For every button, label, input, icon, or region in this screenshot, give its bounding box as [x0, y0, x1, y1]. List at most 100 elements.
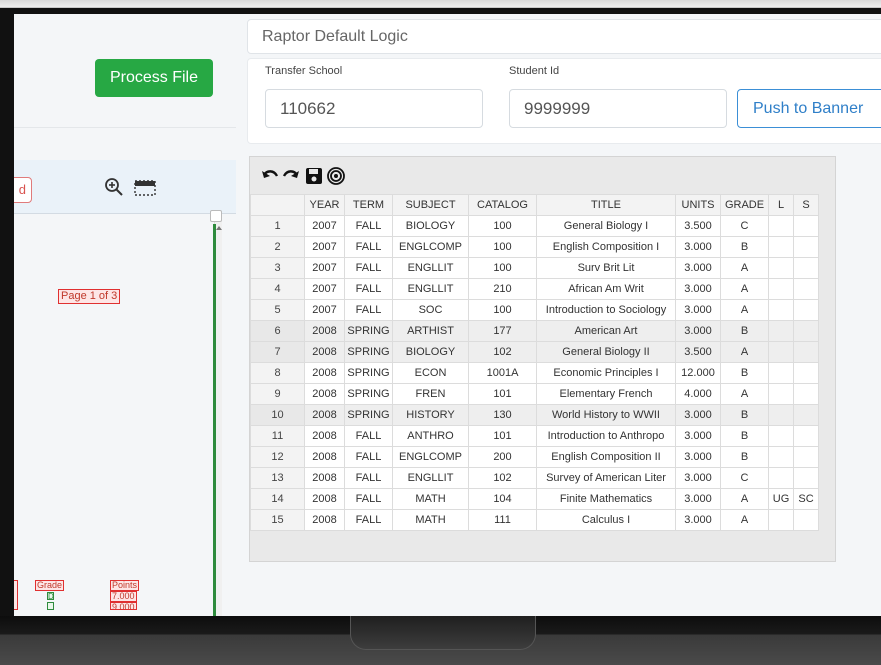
grade-cell[interactable]: B [720, 320, 769, 342]
units-cell[interactable]: 3.000 [675, 404, 721, 426]
year-cell[interactable]: 2007 [304, 278, 345, 300]
title-cell[interactable]: General Biology II [536, 341, 676, 363]
subject-cell[interactable]: ENGLCOMP [392, 236, 469, 258]
title-cell[interactable]: Elementary French [536, 383, 676, 405]
table-row[interactable]: 9 2008 SPRING FREN 101 Elementary French 4.000… [250, 383, 819, 405]
l-cell[interactable] [768, 299, 794, 321]
transfer-school-input[interactable]: 110662 [265, 89, 483, 128]
l-cell[interactable] [768, 404, 794, 426]
l-cell[interactable] [768, 215, 794, 237]
term-cell[interactable]: SPRING [344, 362, 393, 384]
table-row[interactable]: 11 2008 FALL ANTHRO 101 Introduction to Anthr… [250, 425, 819, 447]
units-cell[interactable]: 3.000 [675, 467, 721, 489]
catalog-cell[interactable]: 177 [468, 320, 537, 342]
s-cell[interactable] [793, 467, 819, 489]
term-cell[interactable]: FALL [344, 488, 393, 510]
term-cell[interactable]: FALL [344, 215, 393, 237]
grade-cell[interactable]: B [720, 236, 769, 258]
term-cell[interactable]: FALL [344, 278, 393, 300]
catalog-cell[interactable]: 101 [468, 425, 537, 447]
term-cell[interactable]: SPRING [344, 320, 393, 342]
term-cell[interactable]: SPRING [344, 341, 393, 363]
table-row[interactable]: 10 2008 SPRING HISTORY 130 World History to W… [250, 404, 819, 426]
column-header-grade[interactable]: GRADE [720, 194, 769, 216]
term-cell[interactable]: FALL [344, 299, 393, 321]
catalog-cell[interactable]: 100 [468, 257, 537, 279]
column-header-term[interactable]: TERM [344, 194, 393, 216]
term-cell[interactable]: SPRING [344, 383, 393, 405]
title-cell[interactable]: American Art [536, 320, 676, 342]
term-cell[interactable]: FALL [344, 509, 393, 531]
units-cell[interactable]: 3.000 [675, 257, 721, 279]
year-cell[interactable]: 2007 [304, 257, 345, 279]
table-row[interactable]: 15 2008 FALL MATH 111 Calculus I 3.000 A [250, 509, 819, 531]
title-cell[interactable]: Survey of American Liter [536, 467, 676, 489]
grade-cell[interactable]: C [720, 215, 769, 237]
catalog-cell[interactable]: 200 [468, 446, 537, 468]
catalog-cell[interactable]: 100 [468, 299, 537, 321]
subject-cell[interactable]: SOC [392, 299, 469, 321]
s-cell[interactable] [793, 278, 819, 300]
grade-cell[interactable]: C [720, 467, 769, 489]
table-row[interactable]: 4 2007 FALL ENGLLIT 210 African Am Writ 3.000 A [250, 278, 819, 300]
grade-cell[interactable]: A [720, 299, 769, 321]
catalog-cell[interactable]: 111 [468, 509, 537, 531]
column-header-s[interactable]: S [793, 194, 819, 216]
units-cell[interactable]: 12.000 [675, 362, 721, 384]
snip-icon[interactable] [134, 180, 156, 196]
catalog-cell[interactable]: 100 [468, 215, 537, 237]
s-cell[interactable]: SC [793, 488, 819, 510]
table-row[interactable]: 14 2008 FALL MATH 104 Finite Mathematics 3.000… [250, 488, 819, 510]
zoom-in-icon[interactable] [104, 177, 124, 197]
l-cell[interactable] [768, 341, 794, 363]
table-row[interactable]: 13 2008 FALL ENGLLIT 102 Survey of American L… [250, 467, 819, 489]
catalog-cell[interactable]: 130 [468, 404, 537, 426]
year-cell[interactable]: 2008 [304, 404, 345, 426]
title-cell[interactable]: English Composition II [536, 446, 676, 468]
year-cell[interactable]: 2007 [304, 215, 345, 237]
grade-cell[interactable]: A [720, 509, 769, 531]
year-cell[interactable]: 2008 [304, 425, 345, 447]
grade-cell[interactable]: B [720, 362, 769, 384]
l-cell[interactable] [768, 278, 794, 300]
catalog-cell[interactable]: 210 [468, 278, 537, 300]
scroll-up-icon[interactable] [216, 226, 222, 230]
table-row[interactable]: 5 2007 FALL SOC 100 Introduction to Sociology… [250, 299, 819, 321]
subject-cell[interactable]: ECON [392, 362, 469, 384]
s-cell[interactable] [793, 341, 819, 363]
subject-cell[interactable]: ENGLLIT [392, 257, 469, 279]
year-cell[interactable]: 2008 [304, 467, 345, 489]
title-cell[interactable]: African Am Writ [536, 278, 676, 300]
grade-cell[interactable]: A [720, 383, 769, 405]
subject-cell[interactable]: ENGLLIT [392, 467, 469, 489]
title-cell[interactable]: Calculus I [536, 509, 676, 531]
column-header-year[interactable]: YEAR [304, 194, 345, 216]
column-header-catalog[interactable]: CATALOG [468, 194, 537, 216]
catalog-cell[interactable]: 102 [468, 467, 537, 489]
subject-cell[interactable]: MATH [392, 488, 469, 510]
subject-cell[interactable]: BIOLOGY [392, 341, 469, 363]
s-cell[interactable] [793, 362, 819, 384]
table-row[interactable]: 1 2007 FALL BIOLOGY 100 General Biology I 3.50… [250, 215, 819, 237]
year-cell[interactable]: 2008 [304, 362, 345, 384]
subject-cell[interactable]: ANTHRO [392, 425, 469, 447]
year-cell[interactable]: 2008 [304, 341, 345, 363]
column-header-subject[interactable]: SUBJECT [392, 194, 469, 216]
subject-cell[interactable]: FREN [392, 383, 469, 405]
table-row[interactable]: 8 2008 SPRING ECON 1001A Economic Principles … [250, 362, 819, 384]
l-cell[interactable] [768, 236, 794, 258]
units-cell[interactable]: 3.000 [675, 446, 721, 468]
subject-cell[interactable]: BIOLOGY [392, 215, 469, 237]
catalog-cell[interactable]: 102 [468, 341, 537, 363]
subject-cell[interactable]: ENGLLIT [392, 278, 469, 300]
table-row[interactable]: 6 2008 SPRING ARTHIST 177 American Art 3.000 B [250, 320, 819, 342]
l-cell[interactable] [768, 425, 794, 447]
title-cell[interactable]: Introduction to Sociology [536, 299, 676, 321]
catalog-cell[interactable]: 1001A [468, 362, 537, 384]
units-cell[interactable]: 3.000 [675, 299, 721, 321]
title-cell[interactable]: General Biology I [536, 215, 676, 237]
year-cell[interactable]: 2008 [304, 509, 345, 531]
l-cell[interactable] [768, 320, 794, 342]
title-cell[interactable]: English Composition I [536, 236, 676, 258]
catalog-cell[interactable]: 101 [468, 383, 537, 405]
